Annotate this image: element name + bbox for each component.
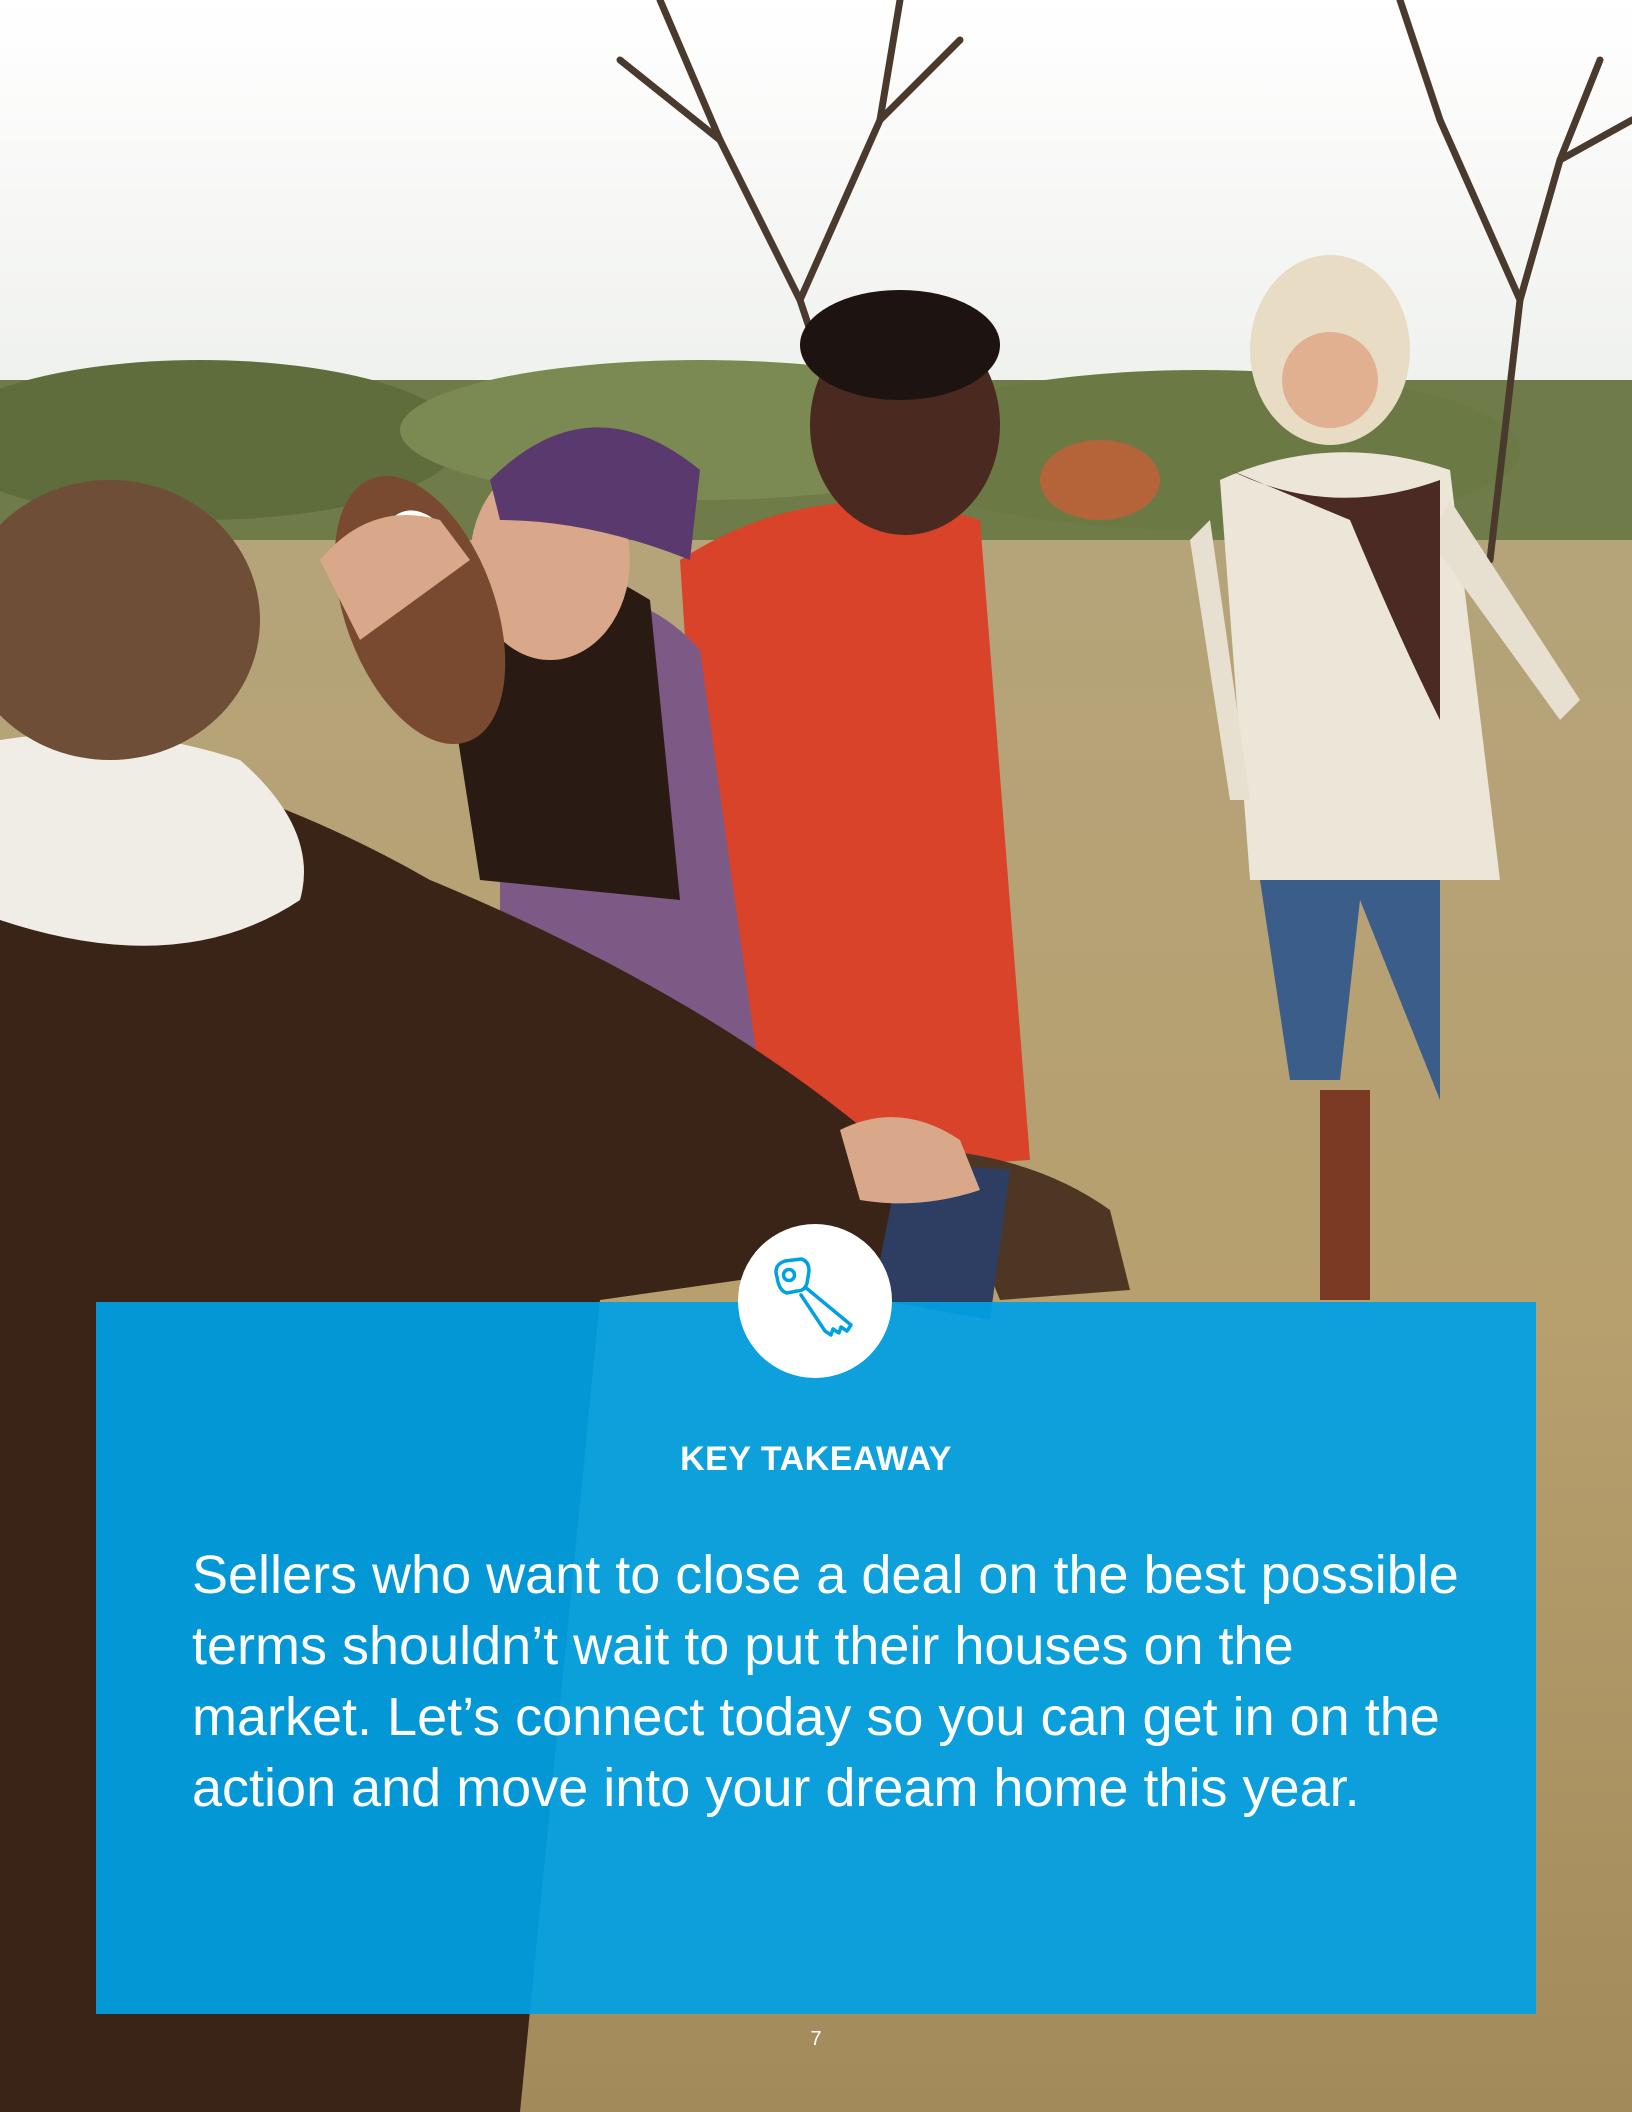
takeaway-body: Sellers who want to close a deal on the … [192, 1545, 1459, 1818]
key-badge [738, 1224, 892, 1378]
page: KEY TAKEAWAY Sellers who want to close a… [0, 0, 1632, 2112]
takeaway-heading: KEY TAKEAWAY [680, 1440, 952, 1478]
page-number: 7 [810, 2028, 822, 2050]
key-icon [774, 1257, 853, 1337]
